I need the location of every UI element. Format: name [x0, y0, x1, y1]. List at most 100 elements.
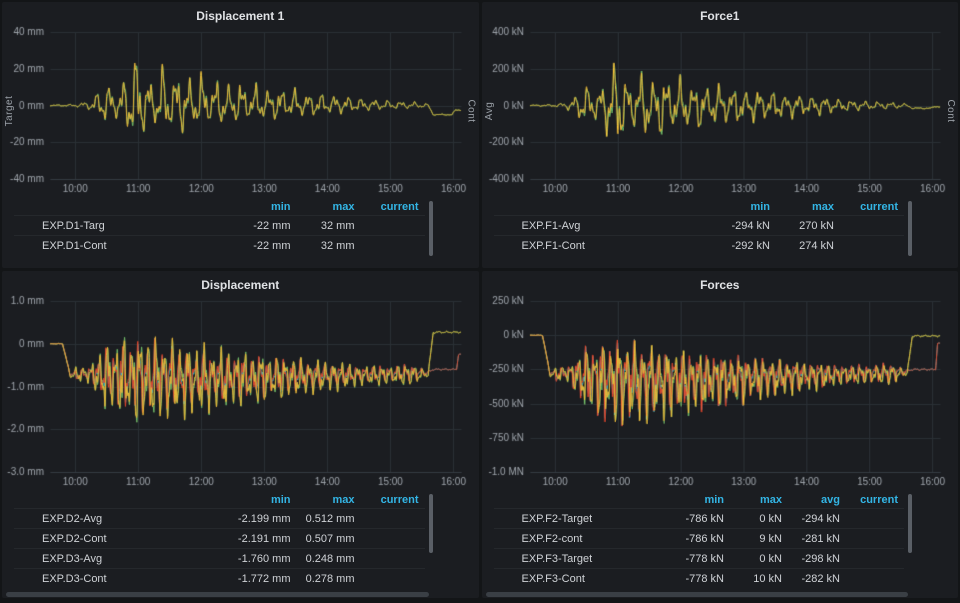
legend-row: EXP.D3-Avg-1.760 mm0.248 mm: [14, 548, 425, 568]
legend-column-header-max: max: [776, 201, 840, 213]
series-color-icon[interactable]: [14, 573, 40, 585]
legend-row: EXP.D1-Targ-22 mm32 mm: [14, 215, 425, 235]
chart-area: [482, 295, 959, 489]
series-color-icon[interactable]: [494, 220, 520, 232]
legend-value-max: 32 mm: [297, 240, 361, 252]
legend-value-max: 270 kN: [776, 220, 840, 232]
series-color-icon[interactable]: [494, 533, 520, 545]
legend-row: EXP.F2-Target-786 kN0 kN-294 kN: [494, 508, 905, 528]
series-color-icon[interactable]: [14, 533, 40, 545]
legend-value-avg: -294 kN: [788, 513, 846, 525]
legend-column-header-min: min: [712, 201, 776, 213]
legend-series-name[interactable]: EXP.F1-Cont: [520, 240, 713, 252]
chart-canvas[interactable]: [482, 295, 959, 489]
legend: minmaxcurrent EXP.D2-Avg-2.199 mm0.512 mm…: [14, 492, 471, 594]
panel-title[interactable]: Forces: [482, 271, 959, 295]
series-color-icon[interactable]: [14, 553, 40, 565]
legend-row: EXP.F3-Target-778 kN0 kN-298 kN: [494, 548, 905, 568]
legend-series-name[interactable]: EXP.F1-Avg: [520, 220, 713, 232]
panel-displacement-1: Displacement 1TargetContminmaxcurrentEXP…: [2, 2, 479, 268]
legend-column-header-current: current: [361, 494, 425, 506]
legend-value-min: -1.760 mm: [233, 553, 297, 565]
right-axis-label: Cont: [466, 99, 477, 122]
chart-canvas[interactable]: [482, 26, 959, 196]
legend-value-max: 9 kN: [730, 533, 788, 545]
chart-area: [2, 295, 479, 489]
legend-value-min: -22 mm: [233, 220, 297, 232]
legend-row: EXP.D1-Cont-22 mm32 mm: [14, 235, 425, 255]
legend-series-name[interactable]: EXP.F2-Target: [520, 513, 673, 525]
legend-column-header-avg: avg: [788, 494, 846, 506]
legend-value-max: 32 mm: [297, 220, 361, 232]
legend-scrollbar-thumb[interactable]: [908, 201, 912, 256]
series-color-icon[interactable]: [494, 573, 520, 585]
legend-scrollbar-thumb[interactable]: [908, 494, 912, 553]
legend: minmaxcurrentEXP.D1-Targ-22 mm32 mmEXP.D…: [14, 199, 471, 264]
legend-value-max: 0.507 mm: [297, 533, 361, 545]
legend-value-min: -778 kN: [672, 573, 730, 585]
panel-force1: Force1AvgContminmaxcurrentEXP.F1-Avg-294…: [482, 2, 959, 268]
legend-series-name[interactable]: EXP.F2-cont: [520, 533, 673, 545]
legend-value-min: -1.772 mm: [233, 573, 297, 585]
right-axis-label: Cont: [945, 99, 956, 122]
legend-series-name[interactable]: EXP.D3-Avg: [40, 553, 233, 565]
legend-header-row: minmaxcurrent: [14, 199, 425, 215]
legend-value-min: -786 kN: [672, 513, 730, 525]
legend-row: EXP.F1-Cont-292 kN274 kN: [494, 235, 905, 255]
legend-value-avg: -281 kN: [788, 533, 846, 545]
legend-value-avg: -282 kN: [788, 573, 846, 585]
legend-value-min: -778 kN: [672, 553, 730, 565]
left-axis-label: Target: [4, 96, 15, 127]
legend-series-name[interactable]: EXP.D1-Targ: [40, 220, 233, 232]
legend-column-header-min: min: [233, 494, 297, 506]
legend-series-name[interactable]: EXP.D2-Cont: [40, 533, 233, 545]
panel-title[interactable]: Force1: [482, 2, 959, 26]
legend-series-name[interactable]: EXP.D3-Cont: [40, 573, 233, 585]
chart-canvas[interactable]: [2, 26, 479, 196]
legend-series-name[interactable]: EXP.F3-Target: [520, 553, 673, 565]
legend-column-header-min: min: [672, 494, 730, 506]
legend-value-max: 0.248 mm: [297, 553, 361, 565]
legend-value-avg: -298 kN: [788, 553, 846, 565]
chart-area: Target Cont: [2, 26, 479, 196]
legend-value-min: -294 kN: [712, 220, 776, 232]
legend-value-min: -786 kN: [672, 533, 730, 545]
legend-value-max: 0.278 mm: [297, 573, 361, 585]
legend-row: EXP.D3-Cont-1.772 mm0.278 mm: [14, 568, 425, 588]
legend-column-header-max: max: [297, 494, 361, 506]
dashboard: Displacement 1TargetContminmaxcurrentEXP…: [0, 0, 960, 603]
legend-value-max: 274 kN: [776, 240, 840, 252]
legend-column-header-max: max: [730, 494, 788, 506]
legend-column-header-max: max: [297, 201, 361, 213]
legend-header-row: minmaxcurrent: [494, 199, 905, 215]
series-color-icon[interactable]: [494, 513, 520, 525]
legend-value-min: -22 mm: [233, 240, 297, 252]
legend-header-row: minmaxcurrent: [14, 492, 425, 508]
legend-scrollbar-thumb[interactable]: [429, 201, 433, 256]
series-color-icon[interactable]: [494, 240, 520, 252]
legend-value-max: 0.512 mm: [297, 513, 361, 525]
legend-scrollbar-thumb[interactable]: [429, 494, 433, 553]
legend-value-min: -292 kN: [712, 240, 776, 252]
legend-value-min: -2.199 mm: [233, 513, 297, 525]
series-color-icon[interactable]: [494, 553, 520, 565]
legend-row: EXP.D2-Cont-2.191 mm0.507 mm: [14, 528, 425, 548]
left-axis-label: Avg: [484, 102, 495, 121]
horizontal-scrollbar-thumb[interactable]: [6, 592, 429, 597]
panel-title[interactable]: Displacement 1: [2, 2, 479, 26]
panel-title[interactable]: Displacement: [2, 271, 479, 295]
legend-series-name[interactable]: EXP.D1-Cont: [40, 240, 233, 252]
horizontal-scrollbar-thumb[interactable]: [486, 592, 909, 597]
legend: minmaxcurrentEXP.F1-Avg-294 kN270 kNEXP.…: [494, 199, 951, 264]
series-color-icon[interactable]: [14, 513, 40, 525]
legend-series-name[interactable]: EXP.F3-Cont: [520, 573, 673, 585]
legend-column-header-current: current: [361, 201, 425, 213]
panel-forces: ForcesminmaxavgcurrentEXP.F2-Target-786 …: [482, 271, 959, 598]
series-color-icon[interactable]: [14, 220, 40, 232]
legend-row: EXP.F1-Avg-294 kN270 kN: [494, 215, 905, 235]
legend-column-header-current: current: [840, 201, 904, 213]
legend-header-row: minmaxavgcurrent: [494, 492, 905, 508]
legend-series-name[interactable]: EXP.D2-Avg: [40, 513, 233, 525]
chart-canvas[interactable]: [2, 295, 479, 489]
series-color-icon[interactable]: [14, 240, 40, 252]
